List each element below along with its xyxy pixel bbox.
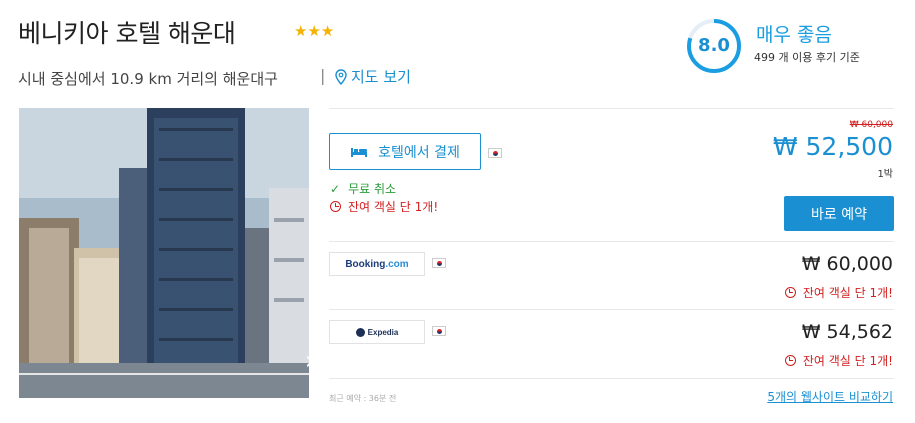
- hotel-photo[interactable]: ›: [19, 108, 309, 398]
- map-pin-icon: [335, 68, 347, 85]
- rating-label: 매우 좋음: [756, 24, 832, 46]
- korea-flag-icon: [432, 258, 446, 268]
- korea-flag-icon: [488, 148, 502, 158]
- rating-score: 8.0: [698, 35, 730, 56]
- booking-com-logo[interactable]: Booking .com: [329, 252, 425, 276]
- hotel-building-image: [19, 108, 309, 398]
- divider: [329, 309, 894, 310]
- divider: [329, 378, 894, 379]
- location-separator: |: [320, 66, 326, 85]
- expedia-name: Expedia: [367, 327, 399, 337]
- expedia-globe-icon: [355, 327, 365, 337]
- compare-sites-link[interactable]: 5개의 웹사이트 비교하기: [767, 388, 893, 405]
- hotel-name: 베니키아 호텔 해운대: [18, 19, 236, 48]
- clock-icon: [330, 201, 341, 212]
- pay-at-hotel-label: 호텔에서 결제: [378, 144, 460, 161]
- free-cancellation: ✓ 무료 취소: [330, 180, 396, 197]
- map-link[interactable]: 지도 보기: [335, 66, 411, 87]
- bed-icon: [351, 147, 368, 157]
- rooms-left-notice: 잔여 객실 단 1개!: [330, 198, 438, 215]
- pay-at-hotel-button[interactable]: 호텔에서 결제: [329, 133, 481, 170]
- free-cancel-label: 무료 취소: [348, 182, 397, 196]
- photo-next-button[interactable]: ›: [297, 344, 309, 378]
- recent-booking: 최근 예약 : 36분 전: [329, 394, 397, 403]
- divider: [329, 108, 894, 109]
- review-count: 499 개 이용 후기 기준: [754, 51, 860, 64]
- expedia-logo[interactable]: Expedia: [329, 320, 425, 344]
- booking-suffix: .com: [385, 258, 409, 270]
- rooms-left-label: 잔여 객실 단 1개!: [348, 200, 439, 214]
- original-price: ₩ 60,000: [849, 120, 893, 130]
- korea-flag-icon: [432, 326, 446, 336]
- map-link-label: 지도 보기: [351, 68, 411, 86]
- clock-icon: [784, 355, 796, 366]
- clock-icon: [784, 287, 796, 298]
- expedia-price: ₩ 54,562: [801, 321, 893, 343]
- expedia-rooms-left: 잔여 객실 단 1개!: [784, 352, 893, 369]
- star-rating: ★★★: [294, 22, 335, 40]
- book-now-button[interactable]: 바로 예약: [784, 196, 894, 231]
- check-icon: ✓: [330, 181, 341, 196]
- booking-com-price: ₩ 60,000: [801, 253, 893, 275]
- hotel-location: 시내 중심에서 10.9 km 거리의 해운대구: [18, 70, 278, 88]
- deal-price: ₩ 52,500: [772, 132, 893, 161]
- per-night-label: 1박: [877, 169, 893, 180]
- booking-name: Booking: [345, 258, 386, 270]
- rooms-left-label: 잔여 객실 단 1개!: [802, 354, 893, 368]
- booking-rooms-left: 잔여 객실 단 1개!: [784, 284, 893, 301]
- divider: [329, 241, 894, 242]
- rooms-left-label: 잔여 객실 단 1개!: [802, 286, 893, 300]
